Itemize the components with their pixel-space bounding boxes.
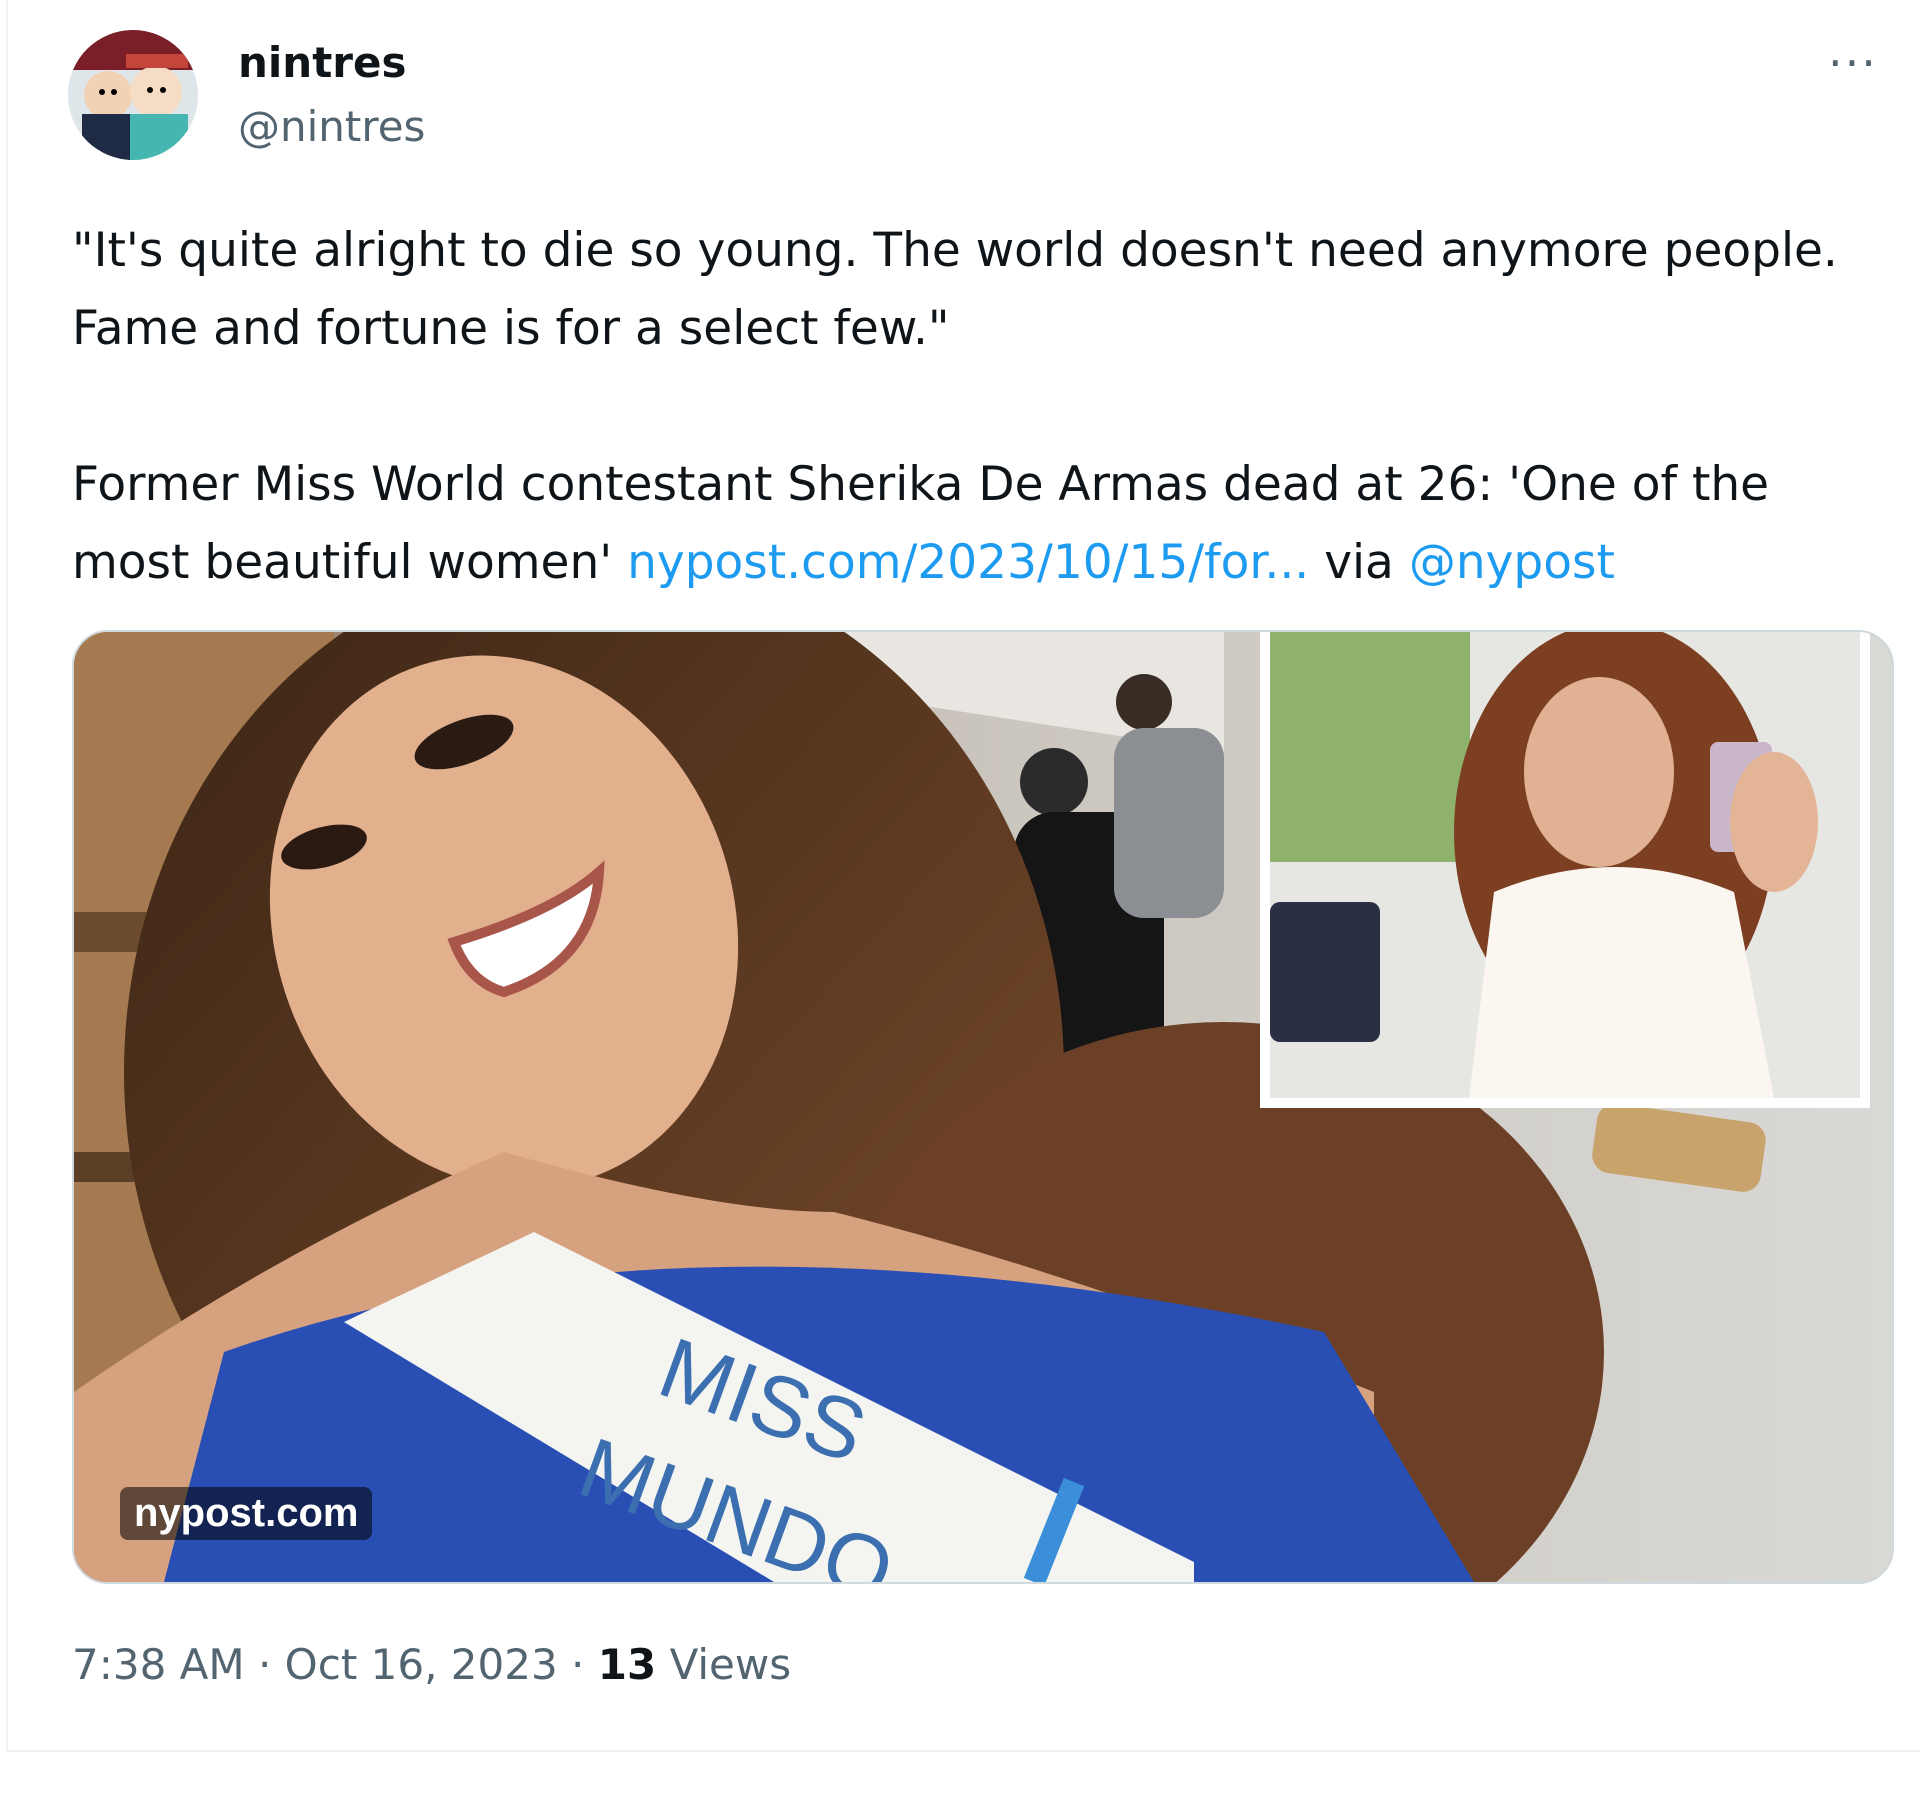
avatar-image [68, 30, 198, 160]
mention-link[interactable]: @nypost [1409, 535, 1615, 590]
media-photo: MISS MUNDO [74, 632, 1892, 1582]
media-watermark: nypost.com [120, 1487, 373, 1540]
tweet-timestamp[interactable]: 7:38 AM · Oct 16, 2023 [72, 1640, 558, 1689]
meta-separator: · [571, 1640, 585, 1689]
views-count: 13 [597, 1640, 657, 1689]
article-link[interactable]: nypost.com/2023/10/15/for... [627, 535, 1309, 590]
author-display-name[interactable]: nintres [238, 38, 406, 87]
tweet-quote: "It's quite alright to die so young. The… [72, 223, 1838, 356]
tweet-headline-paragraph: Former Miss World contestant Sherika De … [72, 446, 1892, 602]
tweet-card: nintres @nintres ··· "It's quite alright… [6, 0, 1920, 1752]
via-text: via [1324, 535, 1394, 590]
author-handle[interactable]: @nintres [238, 102, 425, 151]
author-avatar[interactable] [68, 30, 198, 160]
tweet-text: "It's quite alright to die so young. The… [72, 212, 1892, 602]
views-label: Views [669, 1640, 792, 1689]
more-horizontal-icon[interactable]: ··· [1828, 36, 1878, 90]
tweet-meta: 7:38 AM · Oct 16, 2023 · 13 Views [72, 1640, 791, 1689]
tweet-media[interactable]: MISS MUNDO nypost.com [72, 630, 1894, 1584]
